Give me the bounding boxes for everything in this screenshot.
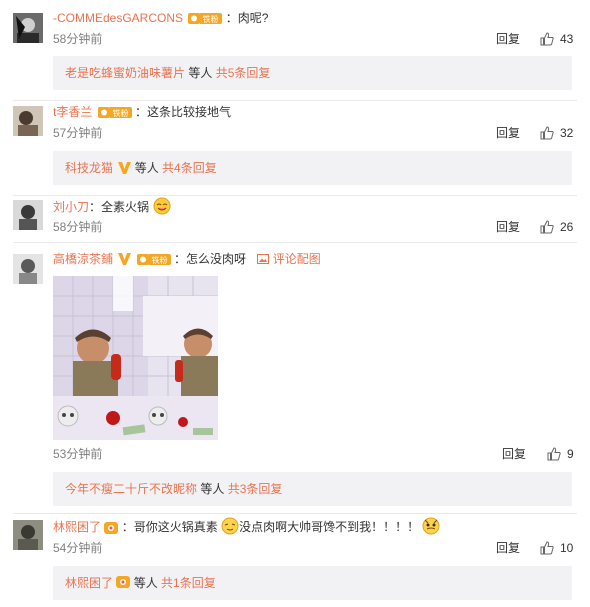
avatar[interactable] (13, 200, 43, 230)
sub-replies[interactable]: 老是吃蜂蜜奶油味薯片 等人 共5条回复 (53, 56, 572, 90)
sub-reply-user[interactable]: 林熙困了 (65, 576, 113, 590)
username[interactable]: -COMMEdesGARCONS (53, 11, 183, 25)
comment-line: 高橋涼茶鋪 铁粉 ：怎么没肉呀 评论配图 (53, 250, 321, 268)
avatar[interactable] (13, 520, 43, 550)
comment-text: ：哥你这火锅真素 (121, 520, 218, 534)
comment-line: 林熙困了 ：哥你这火锅真素 没点肉啊大帅哥馋不到我！！！！ (53, 517, 440, 535)
thumb-up-icon (540, 32, 554, 46)
divider (13, 513, 577, 514)
username[interactable]: 林熙困了 (53, 520, 101, 534)
comment-text: ：全素火锅 (89, 200, 150, 214)
picture-icon (257, 254, 270, 264)
like-button[interactable]: 43 (540, 31, 573, 47)
like-button[interactable]: 10 (540, 540, 573, 556)
comment-line: 刘小刀：全素火锅 (53, 197, 172, 215)
timestamp: 58分钟前 (53, 220, 103, 234)
badge-label: 铁粉 (112, 108, 128, 118)
sub-reply-mid: 等人 (131, 161, 163, 175)
picture-link-label: 评论配图 (272, 252, 321, 266)
sub-reply-user[interactable]: 老是吃蜂蜜奶油味薯片 (65, 66, 185, 80)
reply-button[interactable]: 回复 (502, 446, 526, 462)
sub-reply-user[interactable]: 科技龙猫 (65, 161, 113, 175)
sub-reply-count[interactable]: 共4条回复 (162, 161, 217, 175)
fan-badge-icon: 铁粉 (97, 105, 132, 119)
sub-replies[interactable]: 林熙困了 等人 共1条回复 (53, 566, 572, 600)
comment-picture-link[interactable]: 评论配图 (257, 252, 321, 266)
like-button[interactable]: 9 (547, 446, 574, 462)
timestamp: 58分钟前 (53, 32, 103, 46)
sub-replies[interactable]: 科技龙猫 等人 共4条回复 (53, 151, 572, 185)
like-count: 10 (560, 541, 574, 555)
comment-photo[interactable] (53, 276, 218, 440)
sub-reply-count[interactable]: 共1条回复 (161, 576, 216, 590)
reply-button[interactable]: 回复 (496, 219, 520, 235)
comment-text: ：肉呢? (225, 11, 269, 25)
thumb-up-icon (540, 220, 554, 234)
thumb-up-icon (540, 541, 554, 555)
sub-reply-mid: 等人 (197, 482, 228, 496)
like-count: 9 (567, 447, 574, 461)
sub-replies[interactable]: 今年不瘦二十斤不改昵称 等人 共3条回复 (53, 472, 572, 506)
fan-badge-icon (116, 576, 131, 588)
badge-label: 铁粉 (203, 14, 219, 24)
sub-reply-mid: 等人 (185, 66, 216, 80)
like-button[interactable]: 26 (540, 219, 573, 235)
thumb-up-icon (547, 447, 561, 461)
comment-line: -COMMEdesGARCONS 铁粉 ：肉呢? (53, 9, 268, 27)
reply-button[interactable]: 回复 (496, 125, 520, 141)
like-count: 26 (560, 220, 574, 234)
comment-text: ：这条比较接地气 (135, 105, 232, 119)
fan-badge-icon (104, 522, 119, 534)
badge-label: 铁粉 (151, 255, 167, 265)
comment-text: ：怎么没肉呀 (174, 252, 247, 266)
fan-badge-icon: 铁粉 (136, 252, 171, 266)
comment-line: t李香兰 铁粉 ：这条比较接地气 (53, 103, 231, 121)
username[interactable]: 刘小刀 (53, 200, 89, 214)
sub-reply-user[interactable]: 今年不瘦二十斤不改昵称 (65, 482, 197, 496)
avatar[interactable] (13, 106, 43, 136)
fan-badge-icon: 铁粉 (188, 11, 223, 25)
reply-button[interactable]: 回复 (496, 540, 520, 556)
emoji-icon (422, 517, 440, 535)
vip-v-icon (118, 162, 132, 174)
reply-button[interactable]: 回复 (496, 31, 520, 47)
thumb-up-icon (540, 126, 554, 140)
avatar[interactable] (13, 254, 43, 284)
timestamp: 53分钟前 (53, 447, 103, 461)
emoji-icon (153, 197, 171, 215)
username[interactable]: t李香兰 (53, 105, 92, 119)
timestamp: 57分钟前 (53, 126, 103, 140)
sub-reply-count[interactable]: 共5条回复 (216, 66, 271, 80)
divider (13, 195, 577, 196)
vip-v-icon (118, 253, 132, 265)
sub-reply-count[interactable]: 共3条回复 (228, 482, 283, 496)
timestamp: 54分钟前 (53, 541, 103, 555)
emoji-icon (221, 517, 239, 535)
like-count: 32 (560, 126, 574, 140)
like-button[interactable]: 32 (540, 125, 573, 141)
comment-text-continued: 没点肉啊大帅哥馋不到我！！！！ (239, 520, 420, 534)
avatar[interactable] (13, 13, 43, 43)
like-count: 43 (560, 32, 574, 46)
sub-reply-mid: 等人 (130, 576, 162, 590)
username[interactable]: 高橋涼茶鋪 (53, 252, 113, 266)
divider (13, 100, 577, 101)
divider (13, 242, 577, 243)
